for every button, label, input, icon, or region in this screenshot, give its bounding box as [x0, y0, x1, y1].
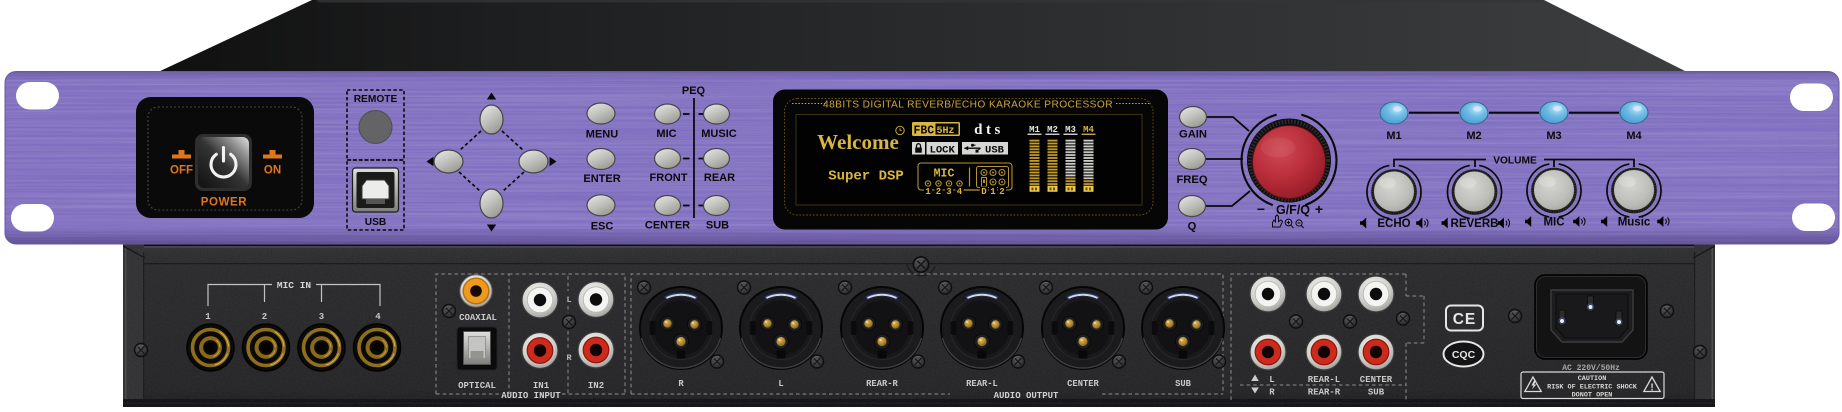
svg-text:IN1: IN1 — [533, 381, 550, 391]
svg-text:M4: M4 — [1626, 130, 1642, 142]
svg-text:R: R — [678, 379, 684, 389]
svg-text:5Hz: 5Hz — [937, 126, 955, 137]
svg-text:2: 2 — [262, 312, 267, 322]
svg-text:4: 4 — [957, 187, 963, 197]
svg-text:CENTER: CENTER — [1360, 375, 1393, 385]
svg-text:VOLUME: VOLUME — [1493, 156, 1537, 167]
svg-text:MIC: MIC — [656, 128, 676, 140]
svg-text:FREQ: FREQ — [1176, 174, 1207, 186]
svg-text:SUB: SUB — [1175, 379, 1192, 389]
svg-text:ESC: ESC — [591, 221, 614, 233]
svg-text:D: D — [981, 187, 987, 197]
svg-text:3: 3 — [946, 187, 951, 197]
svg-text:REMOTE: REMOTE — [354, 94, 398, 105]
svg-text:COAXIAL: COAXIAL — [459, 313, 497, 323]
svg-text:MENU: MENU — [586, 128, 618, 140]
svg-text:Q: Q — [1188, 221, 1197, 233]
svg-text:G/F/Q: G/F/Q — [1276, 203, 1310, 217]
svg-text:PEQ: PEQ — [682, 85, 706, 97]
svg-text:M3: M3 — [1546, 130, 1561, 142]
svg-text:ECHO: ECHO — [1377, 218, 1410, 230]
svg-text:RISK OF ELECTRIC SHOCK: RISK OF ELECTRIC SHOCK — [1547, 384, 1638, 392]
svg-text:Welcome: Welcome — [817, 130, 899, 154]
svg-text:ENTER: ENTER — [583, 173, 620, 185]
svg-text:3: 3 — [319, 312, 324, 322]
svg-text:2: 2 — [936, 187, 941, 197]
svg-text:L: L — [778, 379, 783, 389]
svg-text:CAUTION: CAUTION — [1578, 375, 1607, 383]
svg-text:48BITS DIGITAL REVERB/ECHO KAR: 48BITS DIGITAL REVERB/ECHO KARAOKE PROCE… — [823, 100, 1113, 111]
svg-text:CQC: CQC — [1452, 349, 1476, 361]
svg-text:M2: M2 — [1047, 125, 1058, 135]
svg-text:REAR-L: REAR-L — [966, 379, 998, 389]
svg-text:CENTER: CENTER — [645, 220, 690, 232]
svg-text:FRONT: FRONT — [650, 172, 688, 184]
svg-text:REAR: REAR — [704, 172, 735, 184]
svg-text:+: + — [1315, 201, 1323, 217]
svg-text:SUB: SUB — [1368, 388, 1385, 398]
svg-text:LOCK: LOCK — [930, 144, 956, 156]
svg-text:M3: M3 — [1065, 125, 1076, 135]
svg-text:USB: USB — [985, 144, 1005, 156]
svg-text:1: 1 — [205, 312, 211, 322]
svg-text:OFF: OFF — [170, 165, 193, 177]
svg-text:L: L — [566, 295, 571, 305]
svg-text:CENTER: CENTER — [1067, 379, 1099, 389]
svg-text:dts: dts — [974, 122, 1004, 138]
svg-text:REAR-L: REAR-L — [1308, 375, 1340, 385]
svg-text:!: ! — [1650, 383, 1653, 394]
svg-text:Super DSP: Super DSP — [828, 169, 904, 185]
svg-text:Music: Music — [1618, 217, 1651, 229]
svg-text:MIC: MIC — [1543, 217, 1564, 229]
svg-text:M4: M4 — [1083, 125, 1094, 135]
svg-text:REAR-R: REAR-R — [1308, 388, 1341, 398]
svg-text:−: − — [1257, 201, 1265, 217]
svg-text:1: 1 — [990, 187, 996, 197]
svg-text:OPTICAL: OPTICAL — [458, 381, 496, 391]
svg-text:R: R — [566, 353, 572, 363]
svg-text:L: L — [1269, 375, 1274, 385]
svg-text:M2: M2 — [1466, 130, 1481, 142]
svg-text:M1: M1 — [1386, 130, 1401, 142]
svg-text:4: 4 — [375, 312, 381, 322]
svg-text:GAIN: GAIN — [1179, 129, 1207, 141]
svg-text:USB: USB — [365, 217, 387, 228]
svg-text:ON: ON — [264, 165, 281, 177]
svg-text:1: 1 — [925, 187, 931, 197]
svg-text:FBC: FBC — [914, 125, 935, 138]
svg-text:2: 2 — [999, 187, 1004, 197]
svg-text:MIC: MIC — [934, 168, 955, 181]
svg-text:IN2: IN2 — [588, 381, 604, 391]
svg-text:CE: CE — [1453, 311, 1477, 328]
svg-text:POWER: POWER — [201, 197, 248, 209]
svg-text:REVERB: REVERB — [1451, 218, 1499, 230]
svg-text:REAR-R: REAR-R — [866, 379, 898, 389]
svg-text:MIC IN: MIC IN — [277, 280, 312, 291]
svg-text:SUB: SUB — [706, 220, 729, 232]
svg-text:R: R — [1269, 388, 1275, 398]
svg-text:AUDIO INPUT: AUDIO INPUT — [501, 391, 561, 401]
svg-text:M1: M1 — [1029, 125, 1040, 135]
svg-text:DONOT OPEN: DONOT OPEN — [1572, 392, 1613, 400]
svg-text:AUDIO OUTPUT: AUDIO OUTPUT — [994, 391, 1059, 401]
svg-text:MUSIC: MUSIC — [701, 128, 737, 140]
